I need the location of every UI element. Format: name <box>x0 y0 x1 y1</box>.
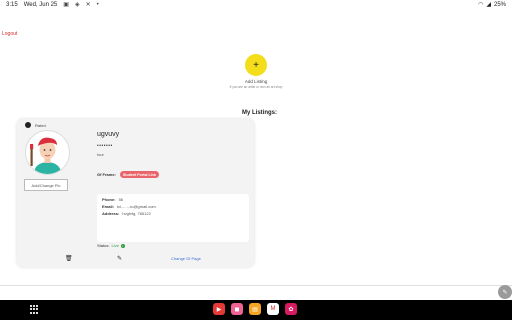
navigation-bar: ▶ ◼ ▤ M ✿ <box>0 300 512 320</box>
divider <box>0 285 512 286</box>
card-actions: 🗑 ✎ Change Gf Page <box>17 254 254 266</box>
phone-label: Phone: <box>102 197 116 202</box>
email-row: Email: tcl........ru@gmail.com <box>102 204 249 209</box>
app-dock: ▶ ◼ ▤ M ✿ <box>213 303 297 315</box>
change-pic-button[interactable]: Add/Change Pic <box>24 179 68 191</box>
gmail-app-icon[interactable]: M <box>267 303 279 315</box>
bio-text: tour <box>97 152 104 157</box>
status-date: Wed, Jun 25 <box>23 1 58 8</box>
phone-row: Phone: 56 <box>102 197 249 202</box>
gf-frame-row: Gf Frame: Student Portal Link <box>97 171 159 178</box>
email-label: Email: <box>102 204 115 209</box>
my-listings-heading: My Listings: <box>242 110 278 116</box>
status-label: Status: <box>97 243 110 248</box>
notification-icon: ▣ <box>63 2 69 8</box>
add-listing: + Add Listing If you are an artist or ow… <box>230 54 282 89</box>
masked-text: ••••••• <box>97 143 113 149</box>
trash-icon[interactable]: 🗑 <box>65 255 73 262</box>
files-app-icon[interactable]: ▤ <box>249 303 261 315</box>
username: ugvuvy <box>97 131 120 138</box>
email-value: tcl........ru@gmail.com <box>117 204 156 209</box>
avatar <box>25 130 70 175</box>
status-row: Status: Live ✓ <box>97 243 125 248</box>
phone-value: 56 <box>118 197 124 202</box>
notification-icon: ◈ <box>74 2 80 8</box>
address-value: hvgfvfg, 765122 <box>122 211 151 216</box>
gf-frame-badge[interactable]: Student Portal Link <box>119 171 159 178</box>
signal-icon: ◢ <box>486 2 491 8</box>
add-listing-subtitle: If you are an artist or own an art shop <box>229 85 283 89</box>
listing-card: Rated Add/Change Pic ugvuvy ••••••• tour… <box>17 119 254 267</box>
rater-label: Rated <box>35 122 46 128</box>
pencil-icon[interactable]: ✎ <box>498 285 512 299</box>
contact-info-box: Phone: 56 Email: tcl........ru@gmail.com… <box>97 194 249 242</box>
edit-icon[interactable]: ✎ <box>117 255 122 262</box>
youtube-app-icon[interactable]: ▶ <box>213 303 225 315</box>
add-listing-title: Add Listing <box>244 79 268 84</box>
status-right: ◠ ◢ 25% <box>478 1 506 9</box>
status-bar: 3:15 Wed, Jun 25 ▣ ◈ ✕ • ◠ ◢ 25% <box>0 0 512 10</box>
address-label: Address: <box>102 211 120 216</box>
app-drawer-icon[interactable] <box>30 305 39 314</box>
gf-frame-label: Gf Frame: <box>97 172 116 177</box>
status-value: Live <box>111 243 119 248</box>
notification-icon: ✕ <box>85 2 91 8</box>
notification-icon: • <box>96 1 99 8</box>
rater: Rated <box>25 122 46 128</box>
wifi-icon: ◠ <box>478 2 484 8</box>
status-time: 3:15 <box>6 1 18 8</box>
status-left: 3:15 Wed, Jun 25 ▣ ◈ ✕ • <box>6 1 99 9</box>
address-row: Address: hvgfvfg, 765122 <box>102 211 249 216</box>
add-listing-button[interactable]: + <box>245 54 267 76</box>
check-icon: ✓ <box>120 243 125 248</box>
battery-percent: 25% <box>493 1 506 8</box>
avatar-illustration <box>26 131 69 174</box>
rater-icon <box>25 122 31 128</box>
change-gf-page-link[interactable]: Change Gf Page <box>171 256 201 261</box>
app-icon[interactable]: ◼ <box>231 303 243 315</box>
flower-app-icon[interactable]: ✿ <box>285 303 297 315</box>
logout-link[interactable]: Logout <box>2 31 17 37</box>
